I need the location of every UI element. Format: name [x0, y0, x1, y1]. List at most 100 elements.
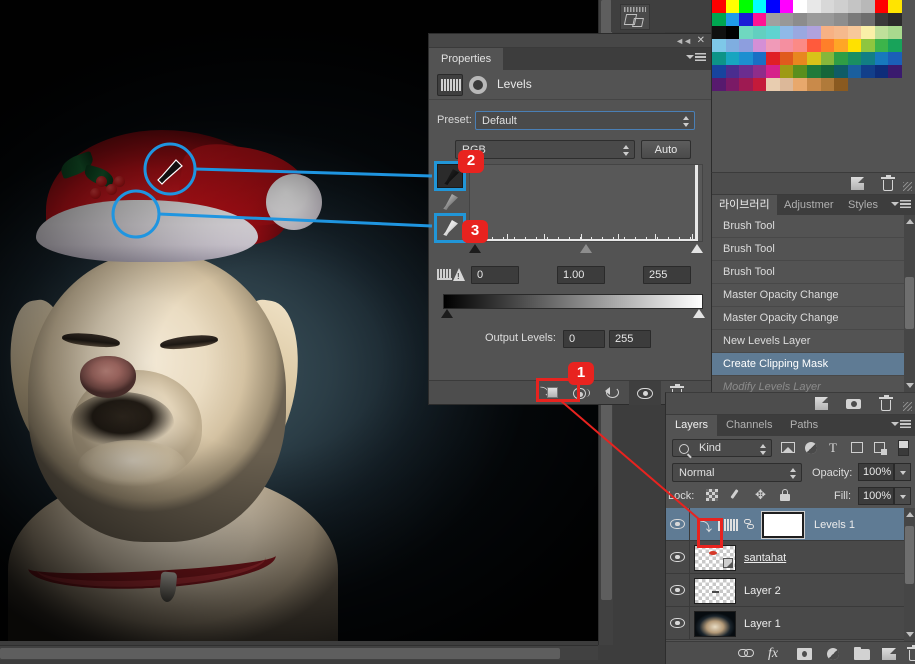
layer-name[interactable]: Layer 1 [744, 618, 781, 630]
tab-channels[interactable]: Channels [717, 415, 781, 436]
layer-row[interactable]: Layer 2 [666, 574, 904, 607]
close-icon[interactable]: ✕ [697, 35, 705, 46]
color-swatch[interactable] [834, 0, 848, 13]
input-gamma-field[interactable]: 1.00 [557, 266, 605, 284]
color-swatch[interactable] [725, 0, 740, 13]
panel-menu-icon[interactable] [891, 199, 911, 211]
color-swatch[interactable] [847, 26, 862, 39]
color-swatch[interactable] [874, 39, 889, 52]
color-swatch[interactable] [766, 52, 780, 65]
history-scrollbar[interactable] [904, 215, 915, 392]
layer-thumbnail[interactable] [694, 578, 736, 604]
set-white-point-eyedropper[interactable] [434, 213, 466, 243]
resize-grip[interactable] [903, 182, 912, 191]
resize-grip[interactable] [903, 402, 912, 411]
tab-paths[interactable]: Paths [781, 415, 827, 436]
color-swatch[interactable] [752, 39, 767, 52]
color-swatch[interactable] [820, 39, 835, 52]
color-swatch[interactable] [793, 65, 807, 78]
color-swatch[interactable] [861, 39, 875, 52]
input-white-field[interactable]: 255 [643, 266, 691, 284]
history-state-item[interactable]: Brush Tool [712, 215, 904, 238]
color-swatch[interactable] [793, 0, 807, 13]
color-swatch[interactable] [739, 78, 753, 91]
color-swatch[interactable] [725, 65, 740, 78]
color-swatch[interactable] [847, 65, 862, 78]
filter-kind-dropdown[interactable]: Kind [672, 439, 772, 457]
color-swatch[interactable] [766, 39, 780, 52]
opacity-field[interactable]: 100% [858, 463, 894, 481]
delete-button[interactable] [876, 395, 896, 412]
color-swatch[interactable] [820, 65, 835, 78]
swatches-panel[interactable] [711, 0, 915, 172]
layer-row[interactable]: Layer 1 [666, 607, 904, 640]
history-state-item[interactable]: Master Opacity Change [712, 284, 904, 307]
canvas-horizontal-scrollbar[interactable] [0, 645, 598, 660]
new-layer-button[interactable] [879, 646, 901, 662]
color-swatch[interactable] [779, 13, 794, 26]
layer-thumbnail[interactable] [694, 545, 736, 571]
output-black-slider[interactable] [441, 309, 453, 318]
panel-menu-icon[interactable] [891, 419, 911, 431]
color-swatch[interactable] [752, 26, 767, 39]
opacity-stepper[interactable] [894, 463, 911, 481]
color-swatch[interactable] [806, 52, 821, 65]
color-swatch[interactable] [888, 52, 902, 65]
layer-style-button[interactable]: fx [765, 646, 787, 662]
color-swatch[interactable] [766, 0, 780, 13]
color-swatch[interactable] [847, 52, 862, 65]
history-tab-0[interactable]: 라이브러리 [712, 195, 777, 215]
color-swatch[interactable] [793, 13, 807, 26]
color-swatch[interactable] [793, 52, 807, 65]
color-swatch[interactable] [806, 0, 821, 13]
color-swatch[interactable] [874, 52, 889, 65]
delete-layer-button[interactable] [906, 645, 915, 662]
color-swatch[interactable] [834, 65, 848, 78]
history-state-item[interactable]: Modify Levels Layer [712, 376, 904, 392]
history-state-item[interactable]: Brush Tool [712, 238, 904, 261]
color-swatch[interactable] [739, 26, 753, 39]
scrollbar-thumb[interactable] [905, 526, 914, 584]
color-swatch[interactable] [861, 52, 875, 65]
color-swatch[interactable] [752, 52, 767, 65]
layer-name[interactable]: Layer 2 [744, 585, 781, 597]
color-swatch[interactable] [806, 78, 821, 91]
collapse-icon[interactable]: ◄◄ [675, 36, 692, 46]
color-swatch[interactable] [861, 13, 875, 26]
snapshot-button[interactable] [844, 396, 864, 412]
white-point-slider[interactable] [691, 244, 703, 253]
color-swatch[interactable] [779, 39, 794, 52]
output-levels-sliders[interactable] [441, 309, 705, 321]
pixel-layer-filter-icon[interactable] [780, 440, 797, 456]
color-swatch[interactable] [806, 26, 821, 39]
color-swatch[interactable] [725, 26, 740, 39]
lock-image-pixels-icon[interactable] [728, 488, 746, 503]
output-black-field[interactable]: 0 [563, 330, 605, 348]
color-swatch[interactable] [766, 26, 780, 39]
swatch-grid[interactable] [712, 0, 902, 91]
layers-scrollbar[interactable] [904, 508, 915, 641]
color-swatch[interactable] [847, 0, 862, 13]
color-swatch[interactable] [752, 0, 767, 13]
input-levels-sliders[interactable] [469, 244, 703, 258]
color-swatch[interactable] [739, 39, 753, 52]
color-swatch[interactable] [793, 39, 807, 52]
new-snapshot-button[interactable] [848, 176, 868, 192]
color-swatch[interactable] [874, 13, 889, 26]
lock-position-icon[interactable]: ✥ [752, 488, 770, 503]
color-swatch[interactable] [712, 52, 726, 65]
share-button[interactable] [812, 396, 832, 412]
layer-name[interactable]: Levels 1 [814, 519, 855, 531]
filter-toggle-switch[interactable] [898, 440, 909, 456]
color-swatch[interactable] [752, 78, 767, 91]
color-swatch[interactable] [861, 26, 875, 39]
history-tab-1[interactable]: Adjustmer [777, 195, 841, 215]
preset-dropdown[interactable]: Default [475, 111, 695, 130]
color-swatch[interactable] [861, 0, 875, 13]
color-swatch[interactable] [779, 65, 794, 78]
fill-stepper[interactable] [894, 487, 911, 505]
fill-field[interactable]: 100% [858, 487, 894, 505]
layer-name[interactable]: santahat [744, 552, 786, 564]
color-swatch[interactable] [725, 39, 740, 52]
color-swatch[interactable] [766, 78, 780, 91]
